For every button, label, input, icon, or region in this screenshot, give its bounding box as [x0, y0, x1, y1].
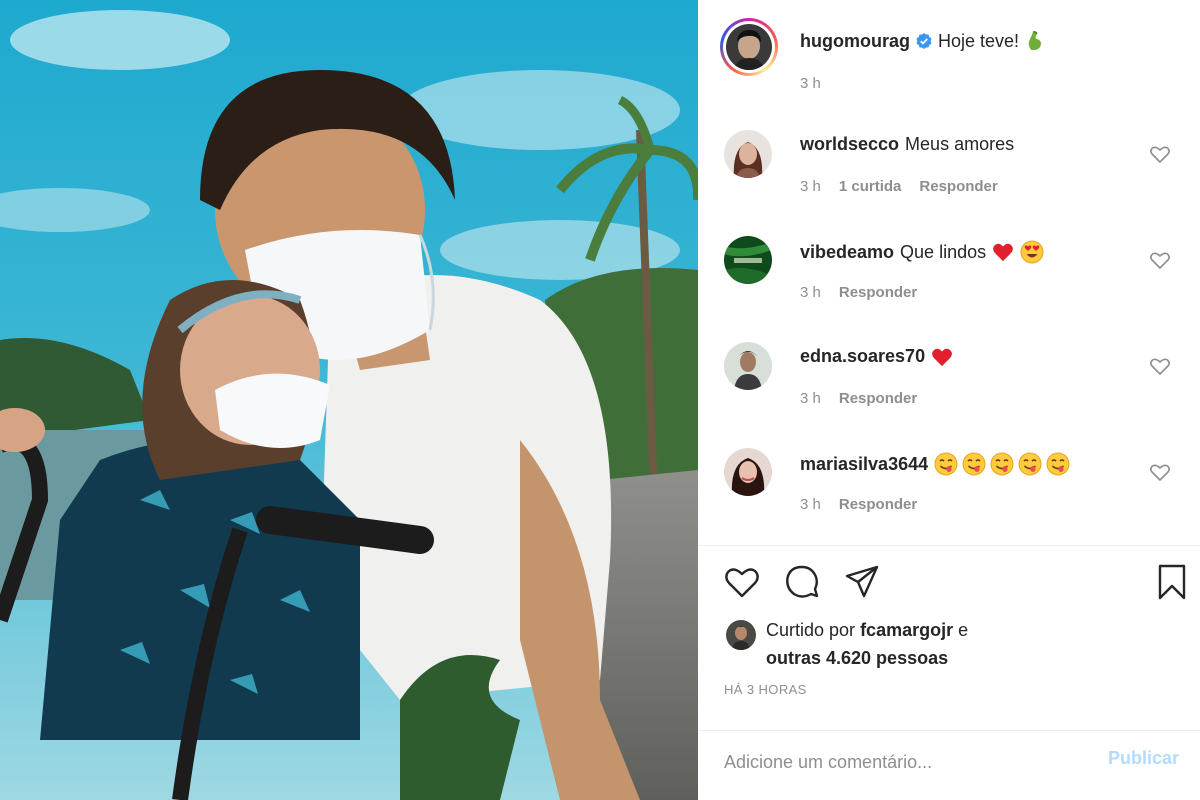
likes-count[interactable]: outras 4.620 pessoas — [766, 648, 948, 668]
liked-connector: e — [958, 620, 969, 640]
comment-text: mariasilva3644 — [800, 452, 1070, 476]
commenter-avatar[interactable] — [724, 236, 772, 284]
liked-prefix: Curtido por — [766, 620, 856, 640]
comment-like-heart-icon[interactable] — [1148, 142, 1172, 166]
red-heart-emoji — [932, 348, 952, 366]
comment-text: edna.soares70 — [800, 346, 953, 367]
liker-avatar[interactable] — [726, 620, 756, 650]
save-button[interactable] — [1152, 562, 1192, 602]
post-action-bar — [698, 562, 1200, 606]
heart-eyes-emoji — [1020, 240, 1044, 264]
post-photo[interactable] — [0, 0, 698, 800]
commenter-username[interactable]: worldsecco — [800, 134, 899, 155]
reply-button[interactable]: Responder — [839, 390, 917, 407]
face-savoring-food-emoji — [1018, 452, 1042, 476]
comment-text: worldsecco Meus amores — [800, 134, 1014, 155]
comment-bubble-icon — [786, 565, 819, 598]
post-side-panel: hugomourag Hoje teve! 3 h worldsecco Meu… — [698, 0, 1200, 800]
reply-button[interactable]: Responder — [839, 284, 917, 301]
commenter-username[interactable]: vibedeamo — [800, 242, 894, 263]
comment-item: edna.soares70 3 h Responder — [698, 342, 1200, 442]
author-avatar[interactable] — [726, 24, 772, 70]
comment-like-heart-icon[interactable] — [1148, 248, 1172, 272]
divider — [698, 545, 1200, 546]
caption-text: Hoje teve! — [938, 30, 1020, 51]
comment-meta: 3 h 1 curtida Responder — [800, 178, 1016, 195]
reply-button[interactable]: Responder — [919, 178, 997, 195]
comment-meta: 3 h Responder — [800, 284, 935, 301]
like-button[interactable] — [722, 562, 762, 602]
comment-likes[interactable]: 1 curtida — [839, 178, 902, 195]
add-comment-bar: Publicar — [698, 730, 1200, 800]
comment-input[interactable] — [724, 748, 1084, 776]
commenter-username[interactable]: mariasilva3644 — [800, 454, 928, 475]
author-username[interactable]: hugomourag — [800, 31, 910, 52]
caption-time[interactable]: 3 h — [800, 75, 821, 92]
face-savoring-food-emoji — [990, 452, 1014, 476]
comment-item: vibedeamo Que lindos 3 h Responder — [698, 236, 1200, 336]
face-savoring-food-emoji — [934, 452, 958, 476]
comment-time[interactable]: 3 h — [800, 178, 821, 195]
comment-meta: 3 h Responder — [800, 496, 935, 513]
comment-like-heart-icon[interactable] — [1148, 354, 1172, 378]
comment-meta: 3 h Responder — [800, 390, 935, 407]
red-heart-emoji — [993, 243, 1014, 262]
commenter-avatar[interactable] — [724, 448, 772, 496]
commenter-username[interactable]: edna.soares70 — [800, 346, 925, 367]
post-timestamp[interactable]: HÁ 3 HORAS — [724, 682, 807, 697]
comment-time[interactable]: 3 h — [800, 496, 821, 513]
reply-button[interactable]: Responder — [839, 496, 917, 513]
face-savoring-food-emoji — [962, 452, 986, 476]
publish-button[interactable]: Publicar — [1108, 748, 1179, 769]
verified-badge-icon — [916, 33, 932, 49]
post-image — [0, 0, 698, 800]
comment-item: worldsecco Meus amores 3 h 1 curtida Res… — [698, 130, 1200, 230]
emoji-group — [934, 452, 1070, 476]
heart-outline-icon — [725, 568, 759, 598]
comment-body: Que lindos — [900, 241, 987, 262]
post-caption: hugomourag Hoje teve! — [800, 30, 1043, 52]
comment-item: mariasilva3644 3 h Responder — [698, 448, 1200, 548]
share-button[interactable] — [842, 562, 882, 602]
liked-by-text: Curtido por fcamargojr e outras 4.620 pe… — [766, 616, 1066, 672]
commenter-avatar[interactable] — [724, 130, 772, 178]
liker-username[interactable]: fcamargojr — [860, 620, 953, 640]
comment-button[interactable] — [782, 562, 822, 602]
face-savoring-food-emoji — [1046, 452, 1070, 476]
paper-plane-icon — [845, 565, 879, 598]
comment-like-heart-icon[interactable] — [1148, 460, 1172, 484]
comment-time[interactable]: 3 h — [800, 284, 821, 301]
comment-body: Meus amores — [905, 134, 1015, 154]
flexed-biceps-emoji — [1028, 31, 1042, 50]
commenter-avatar[interactable] — [724, 342, 772, 390]
bookmark-icon — [1158, 564, 1186, 600]
comment-text: vibedeamo Que lindos — [800, 240, 1044, 264]
comment-time[interactable]: 3 h — [800, 390, 821, 407]
author-story-ring[interactable] — [720, 18, 778, 76]
